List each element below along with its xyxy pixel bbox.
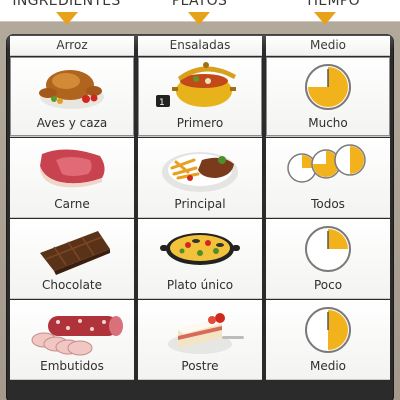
chevron-down-icon — [56, 12, 78, 25]
item-label: Postre — [181, 359, 219, 373]
item-label: Mucho — [308, 116, 348, 130]
header-tiempo: TIEMPO — [305, 0, 360, 9]
list-item-chocolate[interactable]: Chocolate — [10, 219, 134, 299]
list-item-mucho[interactable]: Mucho — [266, 57, 390, 137]
time-wheel[interactable]: Medio Mucho Todos Poco Medio — [266, 36, 390, 400]
list-item-arroz[interactable]: Arroz — [10, 36, 134, 56]
list-item-poco[interactable]: Poco — [266, 219, 390, 299]
item-label: Medio — [309, 38, 347, 52]
list-item-carne[interactable]: Carne — [10, 138, 134, 218]
list-item-ensaladas[interactable]: Ensaladas — [138, 36, 262, 56]
chevron-down-icon — [314, 12, 336, 25]
header-platos: PLATOS — [171, 0, 228, 9]
dishes-wheel[interactable]: Ensaladas 1 Primero Principal Plato únic… — [138, 36, 262, 400]
list-item-todos[interactable]: Todos — [266, 138, 390, 218]
list-item-postre[interactable]: Postre — [138, 300, 262, 380]
ingredients-wheel[interactable]: Arroz Aves y caza Carne Chocolate Embuti… — [10, 36, 134, 400]
item-label: Chocolate — [41, 278, 103, 292]
item-label: Principal — [174, 197, 226, 211]
list-item-principal[interactable]: Principal — [138, 138, 262, 218]
item-label: Primero — [176, 116, 224, 130]
list-item-medio[interactable]: Medio — [266, 300, 390, 380]
item-label: Ensaladas — [169, 38, 231, 52]
list-item-primero[interactable]: 1 Primero — [138, 57, 262, 137]
item-label: Aves y caza — [36, 116, 108, 130]
list-item-aves-y-caza[interactable]: Aves y caza — [10, 57, 134, 137]
item-label: Arroz — [56, 38, 88, 52]
item-label: Todos — [311, 197, 345, 211]
picker-header: INGREDIENTES PLATOS TIEMPO — [0, 0, 400, 25]
item-label: Medio — [309, 359, 347, 373]
chevron-down-icon — [188, 12, 210, 25]
list-item-plato-unico[interactable]: Plato único — [138, 219, 262, 299]
item-label: Poco — [313, 278, 343, 292]
item-label: Embutidos — [40, 359, 104, 373]
item-label: Carne — [54, 197, 90, 211]
list-item-medio-top[interactable]: Medio — [266, 36, 390, 56]
item-label: Plato único — [166, 278, 234, 292]
list-item-embutidos[interactable]: Embutidos — [10, 300, 134, 380]
header-ingredientes: INGREDIENTES — [12, 0, 121, 9]
svg-text:1: 1 — [159, 98, 165, 108]
